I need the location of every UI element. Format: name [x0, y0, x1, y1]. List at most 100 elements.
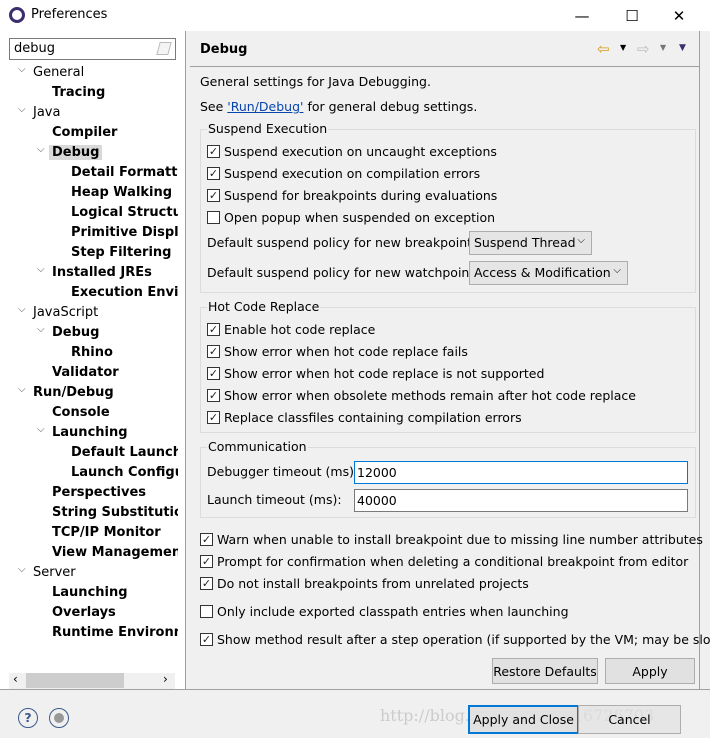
tree-item[interactable]: Heap Walking: [71, 183, 172, 203]
tree-item[interactable]: Runtime Environments: [52, 623, 178, 643]
tree-item[interactable]: Launching: [52, 423, 128, 443]
tree-item[interactable]: View Management: [52, 543, 178, 563]
tree-item[interactable]: Java: [33, 103, 60, 123]
tree-item[interactable]: Primitive Display Options: [71, 223, 178, 243]
checkbox[interactable]: ✓ Show error when hot code replace fails: [207, 342, 468, 360]
tree-item[interactable]: General: [33, 63, 84, 83]
tree-item-label: Rhino: [71, 345, 113, 360]
checkbox[interactable]: Only include exported classpath entries …: [200, 602, 569, 620]
maximize-button[interactable]: ☐: [609, 0, 655, 31]
forward-icon[interactable]: ⇨: [637, 40, 650, 58]
scrollbar-thumb[interactable]: [26, 673, 124, 688]
debugger-timeout-input[interactable]: 12000: [354, 461, 688, 484]
chevron-down-icon[interactable]: ⌵: [37, 264, 45, 275]
debugger-timeout-label: Debugger timeout (ms):: [207, 464, 359, 479]
tree-item[interactable]: Rhino: [71, 343, 113, 363]
unchecked-icon[interactable]: [207, 210, 220, 224]
chevron-down-icon[interactable]: ⌵: [18, 304, 26, 315]
chevron-down-icon[interactable]: ⌵: [37, 324, 45, 335]
checked-icon[interactable]: ✓: [207, 322, 220, 336]
chevron-down-icon: ⌵: [577, 235, 585, 246]
checked-icon[interactable]: ✓: [207, 366, 220, 380]
tree-item[interactable]: Compiler: [52, 123, 117, 143]
tree-item-label: Server: [33, 565, 76, 580]
checked-icon[interactable]: ✓: [207, 144, 220, 158]
checkbox[interactable]: ✓ Warn when unable to install breakpoint …: [200, 530, 703, 548]
cancel-button[interactable]: Cancel: [578, 705, 681, 734]
unchecked-icon[interactable]: [200, 604, 213, 618]
tree-item[interactable]: Logical Structures: [71, 203, 178, 223]
tree-item[interactable]: Debug: [52, 323, 99, 343]
hot-code-replace-label: Hot Code Replace: [207, 299, 321, 314]
checkbox-label: Only include exported classpath entries …: [217, 603, 569, 619]
checked-icon[interactable]: ✓: [200, 632, 213, 646]
tree-item[interactable]: Step Filtering: [71, 243, 171, 263]
chevron-down-icon[interactable]: ⌵: [37, 144, 45, 155]
checked-icon[interactable]: ✓: [207, 344, 220, 358]
run-debug-link[interactable]: 'Run/Debug': [227, 99, 303, 114]
launch-timeout-input[interactable]: 40000: [354, 489, 688, 512]
forward-menu-icon[interactable]: ▼: [660, 43, 666, 52]
checked-icon[interactable]: ✓: [207, 188, 220, 202]
tree-item-label: Installed JREs: [52, 265, 152, 280]
checkbox[interactable]: ✓ Show error when obsolete methods remain…: [207, 386, 636, 404]
filter-input[interactable]: debug: [9, 38, 176, 60]
tree-item[interactable]: Debug: [49, 143, 103, 163]
tree-item[interactable]: JavaScript: [33, 303, 98, 323]
checkbox[interactable]: ✓ Do not install breakpoints from unrelat…: [200, 574, 529, 592]
tree-item-label: Launch Configurations: [71, 465, 178, 480]
checkbox[interactable]: ✓ Suspend for breakpoints during evaluati…: [207, 186, 497, 204]
checked-icon[interactable]: ✓: [207, 166, 220, 180]
tree-item[interactable]: TCP/IP Monitor: [52, 523, 161, 543]
checkbox[interactable]: ✓ Suspend execution on compilation errors: [207, 164, 480, 182]
scroll-left-icon[interactable]: ‹: [13, 672, 18, 686]
checkbox[interactable]: ✓ Prompt for confirmation when deleting a…: [200, 552, 688, 570]
tree-item[interactable]: Server: [33, 563, 76, 583]
checkbox-label: Replace classfiles containing compilatio…: [224, 409, 522, 425]
close-button[interactable]: ✕: [656, 0, 702, 31]
record-icon[interactable]: [49, 708, 69, 728]
checked-icon[interactable]: ✓: [207, 388, 220, 402]
tree-item[interactable]: Detail Formatters: [71, 163, 178, 183]
checkbox[interactable]: ✓ Replace classfiles containing compilati…: [207, 408, 522, 426]
tree-item[interactable]: String Substitution: [52, 503, 178, 523]
chevron-down-icon[interactable]: ⌵: [18, 104, 26, 115]
checked-icon[interactable]: ✓: [200, 554, 213, 568]
wp-policy-select[interactable]: Access & Modification ⌵: [469, 261, 628, 285]
checkbox[interactable]: ✓ Show error when hot code replace is not…: [207, 364, 544, 382]
tree-item[interactable]: Launch Configurations: [71, 463, 178, 483]
checkbox[interactable]: ✓ Suspend execution on uncaught exception…: [207, 142, 497, 160]
back-icon[interactable]: ⇦: [597, 40, 610, 58]
tree-item[interactable]: Installed JREs: [52, 263, 152, 283]
tree-item[interactable]: Default Launchers: [71, 443, 178, 463]
checked-icon[interactable]: ✓: [200, 576, 213, 590]
restore-defaults-button[interactable]: Restore Defaults: [492, 658, 598, 684]
checkbox[interactable]: ✓ Enable hot code replace: [207, 320, 375, 338]
chevron-down-icon[interactable]: ⌵: [18, 384, 26, 395]
tree-item-label: Debug: [49, 145, 103, 160]
view-menu-icon[interactable]: ▼: [679, 43, 686, 53]
minimize-button[interactable]: —: [559, 0, 605, 31]
tree-item[interactable]: Execution Environments: [71, 283, 178, 303]
tree-item[interactable]: Run/Debug: [33, 383, 114, 403]
chevron-down-icon[interactable]: ⌵: [18, 64, 26, 75]
checked-icon[interactable]: ✓: [200, 532, 213, 546]
tree-item[interactable]: Console: [52, 403, 110, 423]
bp-policy-select[interactable]: Suspend Thread ⌵: [469, 231, 592, 255]
tree-item[interactable]: Tracing: [52, 83, 105, 103]
chevron-down-icon[interactable]: ⌵: [37, 424, 45, 435]
checkbox[interactable]: ✓ Show method result after a step operati…: [200, 630, 710, 648]
checkbox[interactable]: Open popup when suspended on exception: [207, 208, 495, 226]
apply-button[interactable]: Apply: [605, 658, 695, 684]
checkbox-label: Suspend execution on compilation errors: [224, 165, 481, 181]
tree-item[interactable]: Launching: [52, 583, 128, 603]
help-icon[interactable]: ?: [18, 708, 38, 728]
chevron-down-icon[interactable]: ⌵: [18, 564, 26, 575]
checked-icon[interactable]: ✓: [207, 410, 220, 424]
tree-item[interactable]: Validator: [52, 363, 119, 383]
apply-and-close-button[interactable]: Apply and Close: [468, 705, 579, 734]
tree-item[interactable]: Perspectives: [52, 483, 146, 503]
back-menu-icon[interactable]: ▼: [620, 43, 626, 52]
tree-item[interactable]: Overlays: [52, 603, 116, 623]
scroll-right-icon[interactable]: ›: [163, 672, 168, 686]
